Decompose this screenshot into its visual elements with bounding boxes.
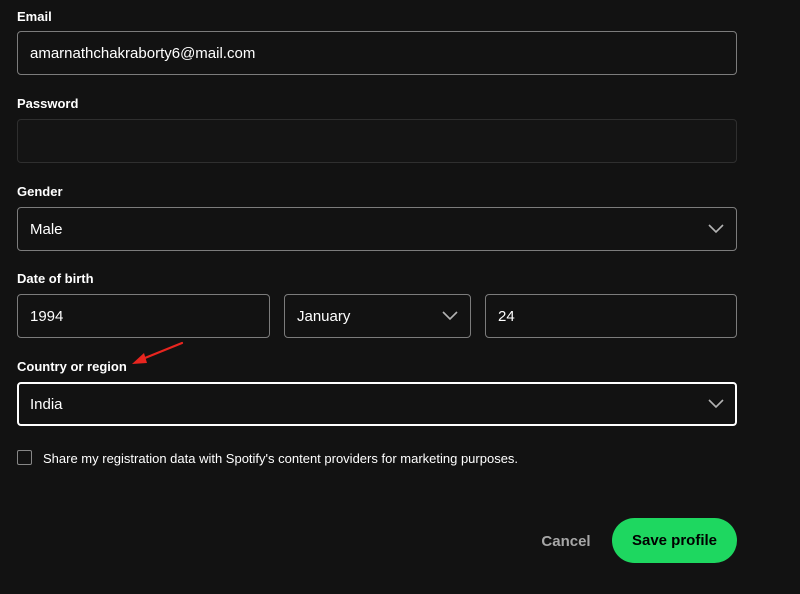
email-input[interactable]: [17, 31, 737, 75]
marketing-checkbox-label: Share my registration data with Spotify'…: [43, 451, 519, 466]
cancel-button[interactable]: Cancel: [530, 525, 602, 557]
gender-label: Gender: [17, 184, 63, 199]
dob-month-value: January: [297, 307, 351, 325]
chevron-down-icon: [708, 224, 724, 234]
dob-day-input[interactable]: [485, 294, 737, 338]
save-profile-button[interactable]: Save profile: [612, 518, 737, 563]
password-label: Password: [17, 96, 79, 111]
password-input[interactable]: [17, 119, 737, 163]
country-select[interactable]: India: [17, 382, 737, 426]
red-arrow-annotation: [132, 341, 184, 364]
country-label: Country or region: [17, 359, 127, 374]
gender-select[interactable]: Male: [17, 207, 737, 251]
email-label: Email: [17, 9, 52, 24]
dob-year-input[interactable]: [17, 294, 270, 338]
chevron-down-icon: [708, 399, 724, 409]
gender-value: Male: [30, 220, 63, 238]
marketing-checkbox[interactable]: [17, 450, 32, 465]
dob-label: Date of birth: [17, 271, 94, 286]
dob-month-select[interactable]: January: [284, 294, 471, 338]
country-value: India: [30, 395, 63, 413]
chevron-down-icon: [442, 311, 458, 321]
